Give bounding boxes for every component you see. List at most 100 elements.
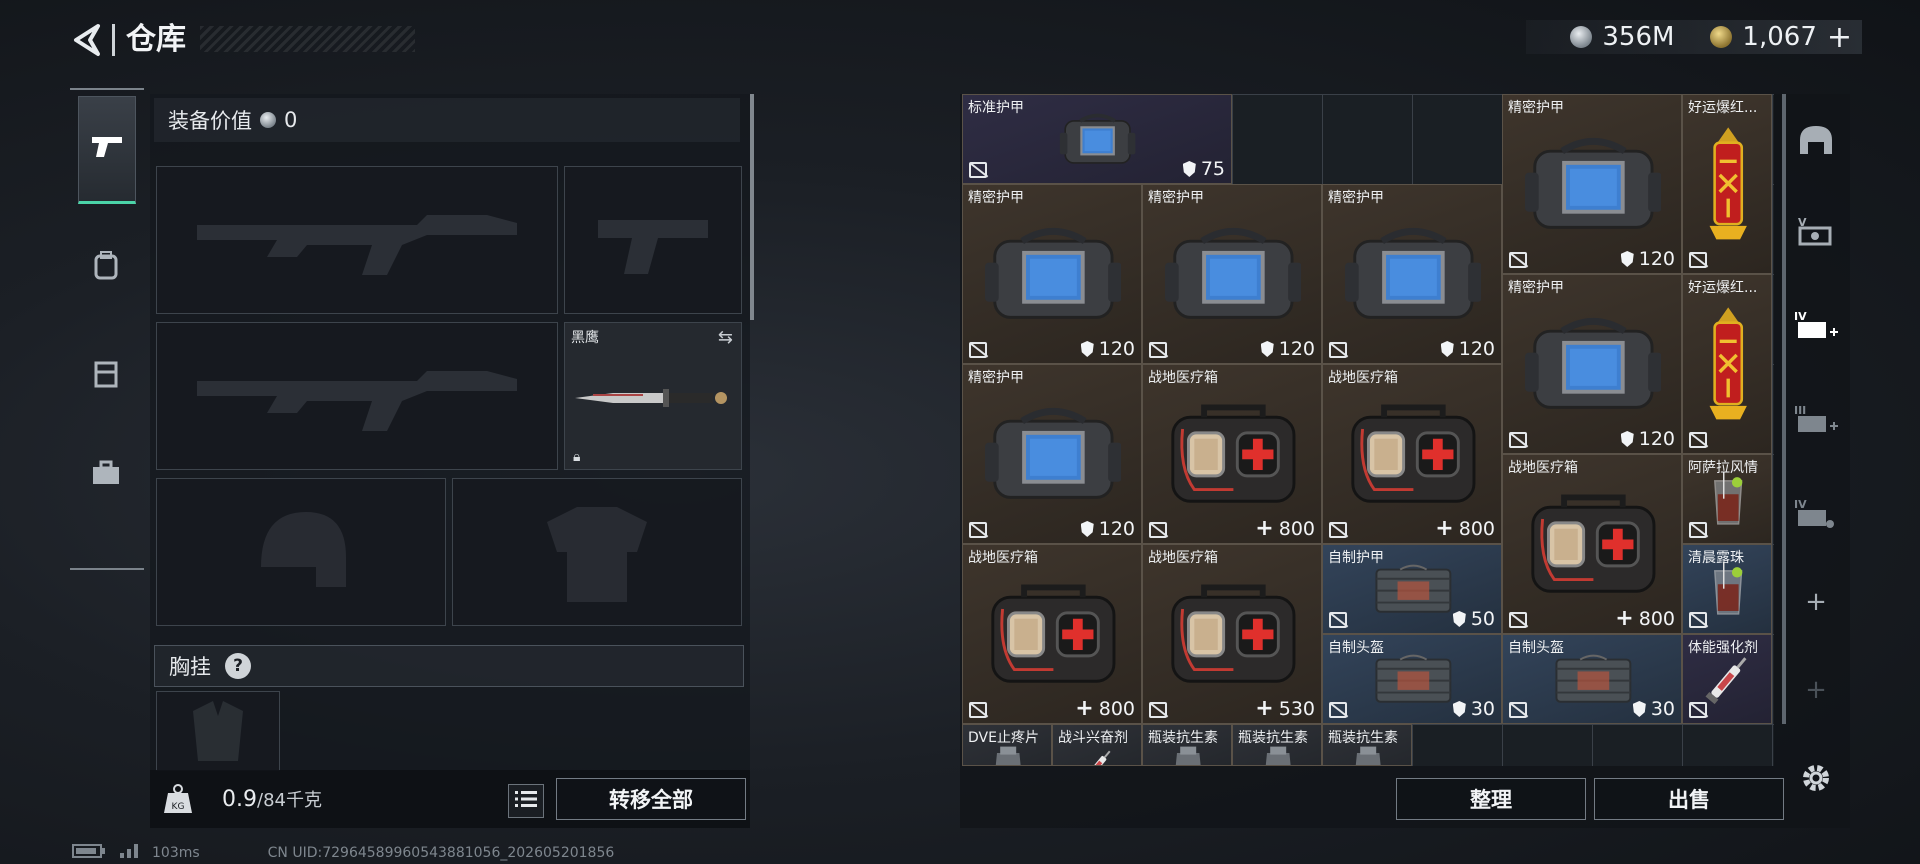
storage-item[interactable]: 瓶装抗生素 xyxy=(1142,724,1232,766)
help-button[interactable]: ? xyxy=(225,653,251,679)
chest-rig-label: 胸挂 xyxy=(169,655,211,679)
add-icon[interactable]: + xyxy=(1794,668,1838,712)
gold-add-button[interactable]: + xyxy=(1827,20,1852,55)
storage-item[interactable]: 阿萨拉风情 xyxy=(1682,454,1772,544)
item-name: 精密护甲 xyxy=(1508,100,1564,116)
storage-item[interactable]: 精密护甲 120 xyxy=(1502,94,1682,274)
list-view-button[interactable] xyxy=(508,784,544,818)
helmet-silhouette-icon xyxy=(157,479,445,625)
storage-item[interactable]: 精密护甲 120 xyxy=(1502,274,1682,454)
storage-item[interactable]: 战地医疗箱 +800 xyxy=(1142,364,1322,544)
no-insurance-icon xyxy=(969,342,987,358)
second-primary-weapon-slot[interactable] xyxy=(156,322,558,470)
item-name: 精密护甲 xyxy=(1328,190,1384,206)
add-icon[interactable]: + xyxy=(1794,580,1838,624)
bag-image-icon xyxy=(995,109,1200,168)
item-value: 120 xyxy=(1080,338,1135,360)
iii-card-add-icon[interactable]: III xyxy=(1794,398,1838,442)
v-card-icon[interactable]: V xyxy=(1794,210,1838,254)
chest-rig-slot[interactable] xyxy=(156,691,280,771)
tab-backpack[interactable] xyxy=(78,240,134,296)
transfer-all-button[interactable]: 转移全部 xyxy=(556,778,746,820)
bag-image-icon xyxy=(1164,214,1302,333)
back-arrow-icon[interactable] xyxy=(68,20,108,60)
storage-item[interactable]: 标准护甲 75 xyxy=(962,94,1232,184)
item-name: 战地医疗箱 xyxy=(1508,460,1578,476)
silver-coin-icon xyxy=(260,112,276,128)
storage-item[interactable]: 精密护甲 120 xyxy=(962,364,1142,544)
iv-card-icon[interactable]: IV xyxy=(1794,492,1838,536)
ping: 103ms xyxy=(152,845,200,861)
storage-item[interactable]: 精密护甲 120 xyxy=(1322,184,1502,364)
storage-item[interactable]: 好运爆红... xyxy=(1682,274,1772,454)
swap-icon[interactable]: ⇆ xyxy=(718,327,733,348)
bag-image-icon xyxy=(1524,304,1662,423)
armor-slot[interactable] xyxy=(452,478,742,626)
primary-weapon-slot[interactable] xyxy=(156,166,558,314)
no-insurance-icon xyxy=(1329,702,1347,718)
item-value-number: 50 xyxy=(1470,608,1495,630)
item-value: 30 xyxy=(1632,698,1675,720)
no-insurance-icon xyxy=(1509,252,1527,268)
storage-item[interactable]: 战地医疗箱 +800 xyxy=(1322,364,1502,544)
item-value: +800 xyxy=(1255,518,1315,541)
toolbox-icon xyxy=(91,460,121,493)
silver-amount: 356M xyxy=(1602,22,1675,52)
item-value-number: 530 xyxy=(1278,698,1315,720)
no-insurance-icon xyxy=(1689,522,1707,538)
medkit-image-icon xyxy=(1165,394,1302,513)
shield-icon xyxy=(1452,611,1466,627)
pistol-silhouette-icon xyxy=(565,167,741,313)
no-insurance-icon xyxy=(1689,612,1707,628)
item-name: 自制护甲 xyxy=(1328,550,1384,566)
storage-item[interactable]: 精密护甲 120 xyxy=(1142,184,1322,364)
secondary-weapon-slot[interactable] xyxy=(564,166,742,314)
storage-item[interactable]: 自制护甲 50 xyxy=(1322,544,1502,634)
storage-item[interactable]: 瓶装抗生素 xyxy=(1322,724,1412,766)
item-name: 瓶装抗生素 xyxy=(1328,730,1398,746)
item-value: +800 xyxy=(1075,698,1135,721)
storage-item[interactable]: 战地医疗箱 +530 xyxy=(1142,544,1322,724)
storage-item[interactable]: 好运爆红... xyxy=(1682,94,1772,274)
storage-item[interactable]: 清晨露珠 xyxy=(1682,544,1772,634)
item-value-number: 120 xyxy=(1638,428,1675,450)
storage-item[interactable]: 自制头盔 30 xyxy=(1502,634,1682,724)
item-value-number: 800 xyxy=(1638,608,1675,630)
tab-rig[interactable] xyxy=(78,348,134,404)
equipment-scrollbar[interactable] xyxy=(750,94,754,320)
storage-item[interactable]: DVE止疼片 xyxy=(962,724,1052,766)
drink-image-icon xyxy=(1694,469,1762,528)
item-value-number: 800 xyxy=(1278,518,1315,540)
item-value: 120 xyxy=(1260,338,1315,360)
sell-button[interactable]: 出售 xyxy=(1594,778,1784,820)
tab-weapons[interactable] xyxy=(78,96,136,204)
knife-slot[interactable]: 黑鹰 ⇆ 🔒︎ xyxy=(564,322,742,470)
firecracker-image-icon xyxy=(1694,124,1762,243)
item-value-number: 75 xyxy=(1200,158,1225,180)
rig-silhouette-icon xyxy=(157,692,279,770)
storage-item[interactable]: 战斗兴奋剂 xyxy=(1052,724,1142,766)
sort-button[interactable]: 整理 xyxy=(1396,778,1586,820)
storage-item[interactable]: 瓶装抗生素 xyxy=(1232,724,1322,766)
shield-icon xyxy=(1620,431,1634,447)
helmet-icon[interactable] xyxy=(1794,118,1838,162)
helmet-slot[interactable] xyxy=(156,478,446,626)
storage-item[interactable]: 战地医疗箱 +800 xyxy=(962,544,1142,724)
page-title: 仓库 xyxy=(126,22,186,57)
iv-card-add-icon[interactable]: IV xyxy=(1794,304,1838,348)
settings-icon[interactable] xyxy=(1794,756,1838,800)
medkit-image-icon xyxy=(985,574,1122,693)
equipment-tabs xyxy=(70,88,144,570)
shield-icon xyxy=(1080,521,1094,537)
tab-toolbox[interactable] xyxy=(78,448,134,504)
silver-coin-icon xyxy=(1570,26,1593,48)
item-name: 自制头盔 xyxy=(1508,640,1564,656)
storage-item[interactable]: 体能强化剂 xyxy=(1682,634,1772,724)
storage-item[interactable]: 精密护甲 120 xyxy=(962,184,1142,364)
item-name: 体能强化剂 xyxy=(1688,640,1758,656)
gold-amount: 1,067 xyxy=(1742,22,1817,52)
item-value-number: 800 xyxy=(1098,698,1135,720)
chest-rig-header: 胸挂 ? xyxy=(154,645,744,687)
storage-item[interactable]: 自制头盔 30 xyxy=(1322,634,1502,724)
storage-item[interactable]: 战地医疗箱 +800 xyxy=(1502,454,1682,634)
